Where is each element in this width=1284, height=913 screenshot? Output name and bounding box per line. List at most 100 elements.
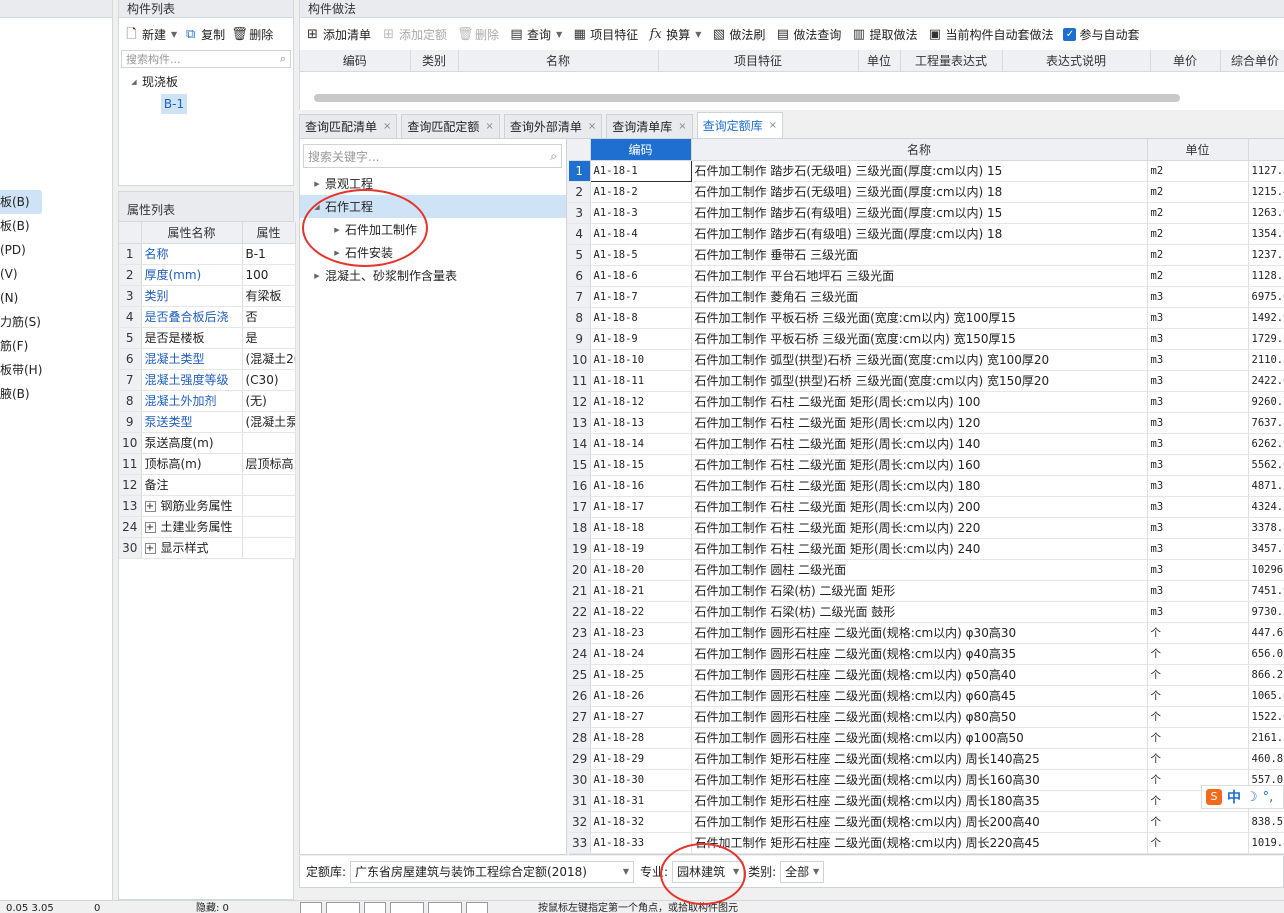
quota-price[interactable]: 838.57 bbox=[1248, 811, 1284, 833]
ime-toolbar[interactable]: S 中 ☽ °, bbox=[1201, 785, 1284, 809]
quota-name[interactable]: 石件加工制作 石梁(枋) 二级光面 鼓形 bbox=[691, 601, 1148, 623]
quota-row[interactable]: 10 A1-18-10 石件加工制作 弧型(拱型)石桥 三级光面(宽度:cm以内) … bbox=[569, 349, 1284, 371]
quota-row[interactable]: 5A1-18-5石件加工制作 垂带石 三级光面m21237.7 bbox=[569, 244, 1284, 266]
quota-name[interactable]: 石件加工制作 石柱 二级光面 矩形(周长:cm以内) 120 bbox=[691, 412, 1148, 434]
property-row[interactable]: 24 + 土建业务属性 bbox=[119, 516, 296, 538]
property-value[interactable]: 层顶标高 bbox=[242, 453, 296, 475]
quota-row[interactable]: 29 A1-18-29 石件加工制作 矩形石柱座 二级光面(规格:cm以内) 周长1… bbox=[569, 748, 1284, 770]
quota-price[interactable]: 1354.9 bbox=[1248, 223, 1284, 245]
property-row[interactable]: 7 混凝土强度等级 (C30) bbox=[119, 369, 296, 391]
quota-row[interactable]: 22A1-18-22石件加工制作 石梁(枋) 二级光面 鼓形m39730.5 bbox=[569, 601, 1284, 623]
category-select[interactable]: 全部 ▼ bbox=[780, 860, 825, 883]
quota-price[interactable]: 5562.0 bbox=[1248, 454, 1284, 476]
component-search-input[interactable]: 搜索构件... ⌕ bbox=[121, 50, 291, 68]
quota-row[interactable]: 20A1-18-20石件加工制作 圆柱 二级光面m310296. bbox=[569, 559, 1284, 581]
close-icon[interactable]: × bbox=[588, 116, 596, 138]
close-icon[interactable]: × bbox=[383, 116, 391, 138]
quota-price[interactable]: 2161.5 bbox=[1248, 727, 1284, 749]
expand-triangle-icon[interactable]: ◢ bbox=[129, 78, 139, 86]
method-header-cell[interactable]: 单价 bbox=[1150, 50, 1221, 72]
tree-item-b1[interactable]: B-1 bbox=[161, 94, 187, 114]
quota-search-input[interactable]: 搜索关键字... ⌕ bbox=[303, 144, 562, 168]
property-value[interactable]: (混凝土20 bbox=[242, 348, 296, 370]
property-row[interactable]: 9 泵送类型 (混凝土泵 bbox=[119, 411, 296, 433]
copy-component-button[interactable]: ⧉ 复制 bbox=[180, 22, 228, 46]
quota-header-code[interactable]: 编码 bbox=[590, 139, 692, 161]
quota-price[interactable]: 1215.4 bbox=[1248, 181, 1284, 203]
quota-name[interactable]: 石件加工制作 圆形石柱座 二级光面(规格:cm以内) φ80高50 bbox=[691, 706, 1148, 728]
quota-row[interactable]: 3 A1-18-3 石件加工制作 踏步石(有级咀) 三级光面(厚度:cm以内) 15… bbox=[569, 202, 1284, 224]
property-value[interactable]: 有梁板 bbox=[242, 285, 296, 307]
snap-tool-icon[interactable] bbox=[326, 902, 360, 913]
expand-plus-icon[interactable]: + bbox=[144, 543, 156, 554]
quota-row[interactable]: 19 A1-18-19 石件加工制作 石柱 二级光面 矩形(周长:cm以内) 240… bbox=[569, 538, 1284, 560]
quota-code[interactable]: A1-18-1 bbox=[589, 159, 692, 182]
quota-code[interactable]: A1-18-28 bbox=[590, 727, 692, 749]
quota-row[interactable]: 1 A1-18-1 石件加工制作 踏步石(无级咀) 三级光面(厚度:cm以内) 15… bbox=[569, 159, 1284, 182]
property-row[interactable]: 1 名称 B-1 bbox=[119, 243, 296, 265]
tab-query-2[interactable]: 查询外部清单 × bbox=[503, 114, 603, 138]
close-icon[interactable]: × bbox=[485, 116, 493, 138]
quota-price[interactable]: 1127.3 bbox=[1248, 160, 1284, 182]
quota-code[interactable]: A1-18-13 bbox=[590, 412, 692, 434]
quota-code[interactable]: A1-18-16 bbox=[590, 475, 692, 497]
new-component-button[interactable]: 🗋 新建 ▼ bbox=[121, 22, 180, 46]
quota-code[interactable]: A1-18-26 bbox=[590, 685, 692, 707]
quota-unit[interactable]: m3 bbox=[1147, 349, 1249, 371]
quota-name[interactable]: 石件加工制作 平板石桥 三级光面(宽度:cm以内) 宽150厚15 bbox=[691, 328, 1148, 350]
quota-row[interactable]: 28 A1-18-28 石件加工制作 圆形石柱座 二级光面(规格:cm以内) φ10… bbox=[569, 727, 1284, 749]
quota-price[interactable]: 447.69 bbox=[1248, 622, 1284, 644]
snap-tool-icon[interactable] bbox=[364, 902, 386, 913]
tab-query-4[interactable]: 查询定额库 × bbox=[696, 112, 784, 138]
quota-code[interactable]: A1-18-24 bbox=[590, 643, 692, 665]
quota-row[interactable]: 30 A1-18-30 石件加工制作 矩形石柱座 二级光面(规格:cm以内) 周长1… bbox=[569, 769, 1284, 791]
chevron-down-icon[interactable]: ▼ bbox=[171, 30, 177, 39]
quota-price[interactable]: 10296. bbox=[1248, 559, 1284, 581]
quota-price[interactable]: 4324.7 bbox=[1248, 496, 1284, 518]
quota-price[interactable]: 1128.1 bbox=[1248, 265, 1284, 287]
query-button[interactable]: ▤ 查询 ▼ bbox=[504, 22, 567, 46]
property-value[interactable]: (C30) bbox=[242, 369, 296, 391]
quota-row[interactable]: 27 A1-18-27 石件加工制作 圆形石柱座 二级光面(规格:cm以内) φ80… bbox=[569, 706, 1284, 728]
snap-tool-icon[interactable] bbox=[428, 902, 462, 913]
quota-price[interactable]: 2110.2 bbox=[1248, 349, 1284, 371]
property-row[interactable]: 13 + 钢筋业务属性 bbox=[119, 495, 296, 517]
quota-name[interactable]: 石件加工制作 矩形石柱座 二级光面(规格:cm以内) 周长140高25 bbox=[691, 748, 1148, 770]
tab-query-3[interactable]: 查询清单库 × bbox=[606, 114, 693, 138]
quota-row[interactable]: 25 A1-18-25 石件加工制作 圆形石柱座 二级光面(规格:cm以内) φ50… bbox=[569, 664, 1284, 686]
quota-code[interactable]: A1-18-25 bbox=[590, 664, 692, 686]
status-snap-tools[interactable] bbox=[300, 902, 520, 913]
left-strip-item[interactable]: 筋(F) bbox=[0, 334, 112, 358]
property-value[interactable] bbox=[242, 516, 296, 538]
left-strip-item[interactable]: 板(B) bbox=[0, 214, 112, 238]
quota-row[interactable]: 2 A1-18-2 石件加工制作 踏步石(无级咀) 三级光面(厚度:cm以内) 18… bbox=[569, 181, 1284, 203]
quota-price[interactable]: 9260.7 bbox=[1248, 391, 1284, 413]
quota-unit[interactable]: m3 bbox=[1147, 307, 1249, 329]
quota-code[interactable]: A1-18-21 bbox=[590, 580, 692, 602]
quota-name[interactable]: 石件加工制作 石柱 二级光面 矩形(周长:cm以内) 100 bbox=[691, 391, 1148, 413]
quota-row[interactable]: 9 A1-18-9 石件加工制作 平板石桥 三级光面(宽度:cm以内) 宽150厚1… bbox=[569, 328, 1284, 350]
quota-header-name[interactable]: 名称 bbox=[691, 139, 1148, 161]
quota-code[interactable]: A1-18-18 bbox=[590, 517, 692, 539]
chevron-right-icon[interactable]: ▶ bbox=[312, 272, 322, 280]
property-row[interactable]: 6混凝土类型 (混凝土20 bbox=[119, 348, 296, 370]
add-quota-button[interactable]: ⊞ 添加定额 bbox=[376, 22, 452, 46]
quota-price[interactable]: 6975.6 bbox=[1248, 286, 1284, 308]
chevron-down-icon[interactable]: ▼ bbox=[556, 30, 562, 39]
method-header-cell[interactable]: 名称 bbox=[458, 50, 659, 72]
chevron-right-icon[interactable]: ▶ bbox=[332, 226, 342, 234]
quota-unit[interactable]: m3 bbox=[1147, 475, 1249, 497]
property-row[interactable]: 8 混凝土外加剂 (无) bbox=[119, 390, 296, 412]
quota-price[interactable]: 7637.8 bbox=[1248, 412, 1284, 434]
left-strip-item[interactable]: 板带(H) bbox=[0, 358, 112, 382]
property-value[interactable]: 否 bbox=[242, 306, 296, 328]
quota-code[interactable]: A1-18-23 bbox=[590, 622, 692, 644]
quota-code[interactable]: A1-18-7 bbox=[590, 286, 692, 308]
property-row[interactable]: 2 厚度(mm) 100 bbox=[119, 264, 296, 286]
property-value[interactable]: 是 bbox=[242, 327, 296, 349]
quota-code[interactable]: A1-18-30 bbox=[590, 769, 692, 791]
snap-tool-icon[interactable] bbox=[390, 902, 424, 913]
quota-price[interactable]: 866.27 bbox=[1248, 664, 1284, 686]
quota-name[interactable]: 石件加工制作 菱角石 三级光面 bbox=[691, 286, 1148, 308]
quota-code[interactable]: A1-18-5 bbox=[590, 244, 692, 266]
